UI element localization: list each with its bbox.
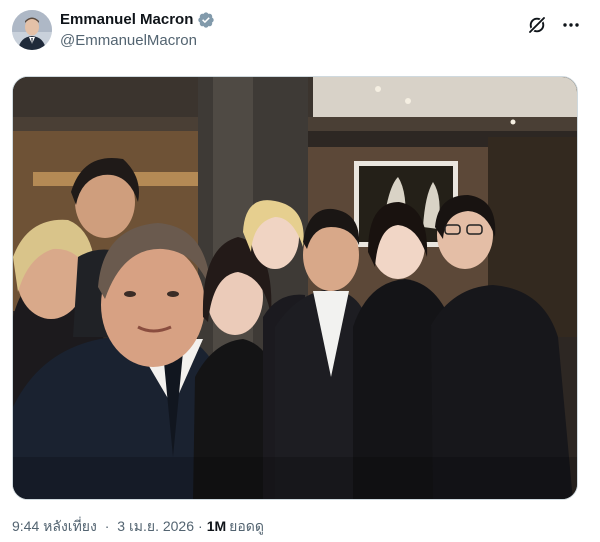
tweet-header: Emmanuel Macron @EmmanuelMacron [12,8,588,56]
grok-icon [528,16,546,34]
views-count[interactable]: 1M [207,517,226,535]
author-display-name[interactable]: Emmanuel Macron [60,10,193,30]
more-icon [563,23,579,27]
avatar-image [12,10,52,50]
author-handle[interactable]: @EmmanuelMacron [60,31,215,51]
tweet-time: 9:44 หลังเที่ยง [12,518,97,534]
author-avatar[interactable] [12,10,52,50]
more-options-button[interactable] [554,8,588,42]
group-selfie-photo [13,77,577,499]
tweet: Emmanuel Macron @EmmanuelMacron 9:44 หลั… [0,0,600,542]
views-label: ยอดดู [229,518,264,534]
tweet-photo[interactable] [12,76,578,500]
display-name-row: Emmanuel Macron [60,10,215,30]
tweet-meta: 9:44 หลังเที่ยง · 3 เม.ย. 2026 · 1M ยอดด… [12,517,264,535]
header-actions [520,8,588,42]
tweet-date: 3 เม.ย. 2026 [117,518,195,534]
meta-separator: · [198,518,203,534]
meta-separator: · [104,518,110,534]
verified-badge-icon[interactable] [197,11,215,29]
grok-button[interactable] [520,8,554,42]
author-names: Emmanuel Macron @EmmanuelMacron [60,10,215,51]
tweet-timestamp-link[interactable]: 9:44 หลังเที่ยง · 3 เม.ย. 2026 [12,517,194,535]
